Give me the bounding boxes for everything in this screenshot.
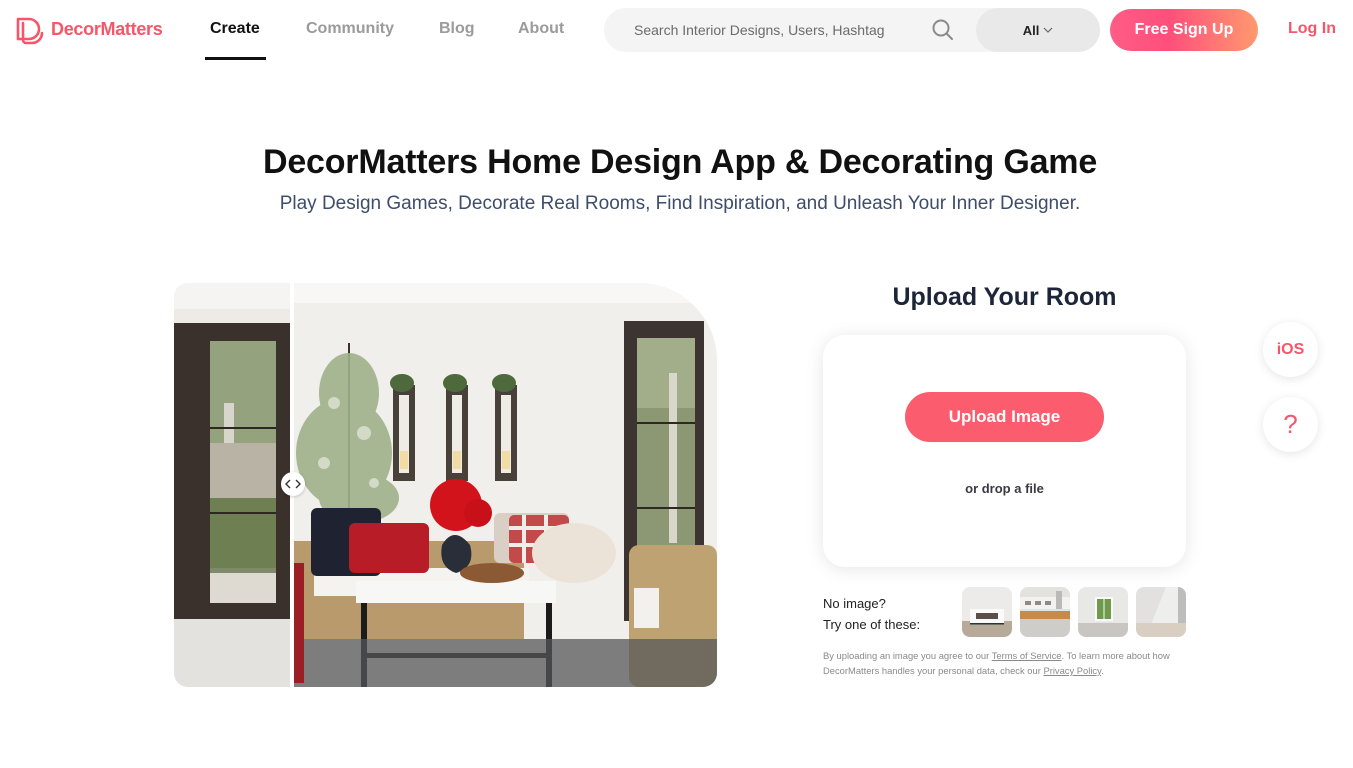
free-signup-button[interactable]: Free Sign Up — [1110, 9, 1258, 51]
sample-image-1[interactable] — [962, 587, 1012, 637]
left-right-arrows-icon — [285, 479, 301, 489]
legal-text-prefix: By uploading an image you agree to our — [823, 650, 992, 661]
no-image-prompt: No image? Try one of these: — [823, 593, 920, 635]
no-image-line2: Try one of these: — [823, 617, 921, 632]
ios-label: iOS — [1276, 340, 1305, 358]
sample-window-room-thumbnail — [1078, 587, 1128, 637]
sample-room-thumbnail — [962, 587, 1012, 637]
hero-title: DecorMatters Home Design App & Decoratin… — [262, 143, 1098, 181]
nav-community[interactable]: Community — [306, 20, 394, 38]
sample-bright-room-thumbnail — [1136, 587, 1186, 637]
nav-blog[interactable]: Blog — [439, 20, 475, 38]
room-image — [174, 283, 717, 687]
search-filter-value: All — [1022, 22, 1040, 38]
search-input[interactable] — [634, 8, 914, 52]
wall-lanterns — [390, 374, 517, 481]
top-nav: DecorMatters Create Community Blog About… — [0, 0, 1353, 60]
no-image-line1: No image? — [823, 596, 886, 611]
terms-of-service-link[interactable]: Terms of Service — [992, 650, 1062, 661]
drop-file-text: or drop a file — [965, 481, 1044, 496]
question-mark-icon: ? — [1283, 409, 1298, 439]
sample-image-2[interactable] — [1020, 587, 1070, 637]
sample-image-4[interactable] — [1136, 587, 1186, 637]
decormatters-logo-icon — [16, 17, 44, 45]
search-filter-dropdown[interactable]: All — [976, 8, 1100, 52]
sample-kitchen-thumbnail — [1020, 587, 1070, 637]
nav-about[interactable]: About — [518, 20, 564, 38]
sample-image-3[interactable] — [1078, 587, 1128, 637]
search-icon[interactable] — [931, 18, 955, 42]
before-after-comparison[interactable] — [174, 283, 717, 687]
legal-text-suffix: . — [1101, 665, 1104, 676]
chevron-down-icon — [1043, 27, 1053, 33]
hero-subtitle: Play Design Games, Decorate Real Rooms, … — [279, 193, 1081, 214]
before-floor — [174, 619, 292, 687]
nav-create[interactable]: Create — [210, 20, 260, 38]
login-link[interactable]: Log In — [1288, 20, 1336, 38]
upload-dropzone[interactable]: Upload Image or drop a file — [823, 335, 1186, 567]
ios-app-button[interactable]: iOS — [1263, 322, 1318, 377]
help-button[interactable]: ? — [1263, 397, 1318, 452]
legal-notice: By uploading an image you agree to our T… — [823, 648, 1193, 678]
logo-link[interactable]: DecorMatters — [14, 13, 163, 45]
brand-name: DecorMatters — [51, 18, 163, 39]
upload-title: Upload Your Room — [892, 283, 1117, 311]
compare-slider-handle[interactable] — [281, 472, 305, 496]
privacy-policy-link[interactable]: Privacy Policy — [1043, 665, 1101, 676]
sample-images — [962, 587, 1186, 637]
active-tab-indicator — [205, 57, 266, 60]
upload-image-button[interactable]: Upload Image — [905, 392, 1104, 442]
